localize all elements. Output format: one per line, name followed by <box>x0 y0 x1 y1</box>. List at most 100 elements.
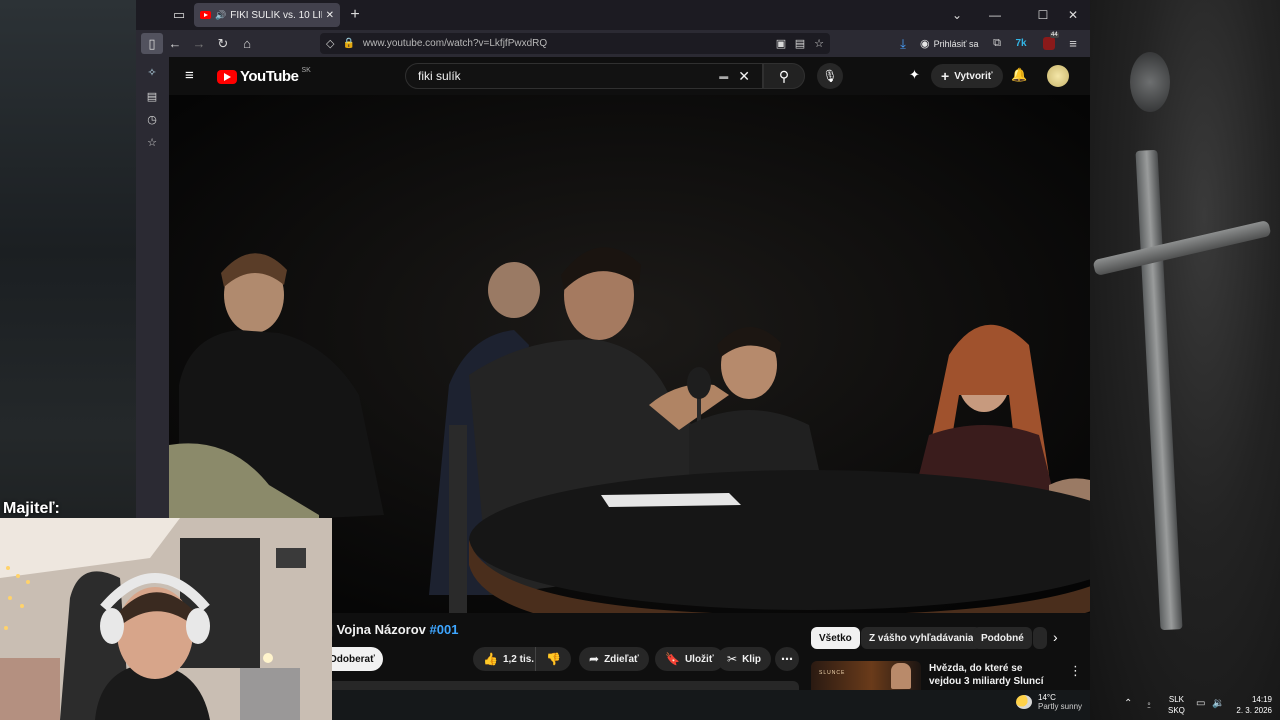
tab-close-icon[interactable]: ✕ <box>326 10 334 21</box>
hamburger-menu-icon[interactable]: ≡ <box>1062 33 1084 54</box>
share-label: Zdieľať <box>604 653 639 665</box>
ublock-badge: 44 <box>1050 32 1059 38</box>
keyboard-icon[interactable]: ▬ <box>719 71 728 81</box>
translate-extension-icon[interactable]: 7k <box>1010 33 1032 54</box>
dislike-button[interactable]: 👎 <box>535 647 571 671</box>
plus-create-icon: + <box>941 68 950 84</box>
partly-sunny-icon <box>1016 695 1032 709</box>
close-window-icon[interactable]: ✕ <box>1062 5 1084 25</box>
audio-icon[interactable]: 🔊 <box>215 10 226 21</box>
monitor-icon[interactable]: ▭ <box>1196 698 1205 709</box>
bell-icon[interactable]: 🔔 <box>1011 67 1027 83</box>
lang-bottom: SKQ <box>1168 706 1185 715</box>
clip-label: Klip <box>742 653 761 665</box>
clock[interactable]: 14:19 2. 3. 2026 <box>1232 694 1272 716</box>
browser-titlebar: ▭ 🔊 FIKI SULÍK vs. 10 LIBERÁLOV ✕ + ⌄ — … <box>136 0 1090 30</box>
account-icon: ◉ <box>920 38 930 50</box>
plus-icon[interactable]: + <box>342 2 368 28</box>
more-horizontal-icon: ⋯ <box>781 652 793 666</box>
description-box[interactable] <box>299 681 799 690</box>
clear-search-icon[interactable]: ✕ <box>738 68 750 85</box>
share-icon: ➦ <box>589 652 600 666</box>
save-label: Uložiť <box>684 653 714 665</box>
weather-widget[interactable]: 14°C Partly sunny <box>1016 693 1082 711</box>
ai-chatbot-icon[interactable]: ✧ <box>144 65 160 81</box>
browser-tab[interactable]: 🔊 FIKI SULÍK vs. 10 LIBERÁLOV ✕ <box>194 3 340 27</box>
thumbs-down-icon: 👎 <box>546 652 561 666</box>
hamburger-icon[interactable]: ≡ <box>185 67 194 84</box>
lock-icon[interactable]: 🔒 <box>342 38 354 49</box>
avatar[interactable] <box>1047 65 1069 87</box>
thumbs-up-icon: 👍 <box>483 652 498 666</box>
sign-in-button[interactable]: ◉ Prihlásiť sa <box>920 33 979 54</box>
desktop-wallpaper-right <box>1090 0 1280 720</box>
chevron-right-icon[interactable]: › <box>1053 629 1058 645</box>
create-label: Vytvoriť <box>954 70 993 82</box>
clip-button[interactable]: ✂ Klip <box>717 647 771 671</box>
thumbnail-face <box>891 663 911 689</box>
chip-all[interactable]: Všetko <box>811 627 860 649</box>
like-count: 1,2 tis. <box>502 653 535 665</box>
extensions-icon[interactable]: ⧉ <box>986 33 1008 54</box>
subscribe-label: Odoberať <box>329 653 375 665</box>
like-button[interactable]: 👍 1,2 tis. <box>473 647 539 671</box>
clock-time: 14:19 <box>1251 695 1272 704</box>
weather-temp: 14°C <box>1038 693 1056 702</box>
taskbar <box>332 690 1280 720</box>
language-indicator[interactable]: SLK SKQ <box>1168 694 1185 716</box>
volume-icon[interactable]: 🔉 <box>1212 698 1224 709</box>
chip-related[interactable]: Podobné <box>973 627 1032 649</box>
shield-icon[interactable]: ◇ <box>326 37 334 50</box>
bookmark-icon: 🔖 <box>665 652 680 666</box>
synced-tabs-icon[interactable]: ▤ <box>144 89 160 105</box>
gemini-icon[interactable]: ✦ <box>909 67 920 83</box>
tab-title: FIKI SULÍK vs. 10 LIBERÁLOV <box>230 9 321 21</box>
youtube-header: ≡ YouTube SK fiki sulík ▬ ✕ ⚲ 🎙 ✦ + Vytv… <box>169 57 1090 95</box>
mic-icon[interactable]: 🎙 <box>817 63 843 89</box>
minimize-icon[interactable]: — <box>984 5 1006 25</box>
create-button[interactable]: + Vytvoriť <box>931 64 1003 88</box>
search-input[interactable]: fiki sulík ▬ ✕ <box>405 63 763 89</box>
chevron-up-icon[interactable]: ⌃ <box>1124 698 1132 709</box>
arrow-right-icon[interactable]: → <box>188 33 210 54</box>
chevron-down-icon[interactable]: ⌄ <box>946 5 968 25</box>
more-actions-button[interactable]: ⋯ <box>775 647 799 671</box>
wallpaper-sword-pommel <box>1130 52 1170 112</box>
chip-from-search[interactable]: Z vášho vyhľadávania <box>861 627 982 649</box>
chip-partial[interactable] <box>1033 627 1047 649</box>
history-icon[interactable]: ◷ <box>144 112 160 128</box>
url-text[interactable]: www.youtube.com/watch?v=LkfjfPwxdRQ <box>363 38 547 49</box>
home-icon[interactable]: ⌂ <box>236 33 258 54</box>
reload-icon[interactable]: ↻ <box>212 33 234 54</box>
more-vertical-icon[interactable]: ⋮ <box>1069 663 1082 679</box>
webcam-overlay <box>0 518 332 720</box>
related-video-thumbnail[interactable]: SLUNCE <box>811 661 921 690</box>
share-button[interactable]: ➦ Zdieľať <box>579 647 649 671</box>
url-bar[interactable]: ◇ 🔒 www.youtube.com/watch?v=LkfjfPwxdRQ <box>320 33 830 54</box>
youtube-logo-icon <box>217 69 237 84</box>
youtube-logo-text: YouTube <box>240 68 299 85</box>
related-video-title[interactable]: Hvězda, do které se vejdou 3 miliardy Sl… <box>929 662 1057 688</box>
maximize-icon[interactable]: ☐ <box>1032 5 1054 25</box>
clock-date: 2. 3. 2026 <box>1236 706 1272 715</box>
sidebar-toggle-icon[interactable]: ▯ <box>141 33 163 54</box>
scissors-icon: ✂ <box>727 652 738 666</box>
bookmark-star-icon[interactable]: ☆ <box>808 33 830 54</box>
sign-in-label: Prihlásiť sa <box>933 38 979 49</box>
search-icon[interactable]: ⚲ <box>763 63 805 89</box>
youtube-logo[interactable]: YouTube SK <box>217 67 311 85</box>
bookmarks-star-icon[interactable]: ☆ <box>144 135 160 151</box>
tab-list-icon[interactable]: ▭ <box>166 2 192 28</box>
lang-top: SLK <box>1168 695 1185 704</box>
mic-tray-icon[interactable]: ⍛ <box>1146 698 1152 709</box>
ublock-icon[interactable]: 44 <box>1038 32 1060 54</box>
region-label: SK <box>301 67 311 74</box>
search-value[interactable]: fiki sulík <box>418 69 719 83</box>
webcam-feed <box>0 518 332 720</box>
video-hashtag[interactable]: #001 <box>430 622 459 637</box>
save-button[interactable]: 🔖 Uložiť <box>655 647 724 671</box>
weather-desc: Partly sunny <box>1038 702 1083 711</box>
arrow-left-icon[interactable]: ← <box>164 33 186 54</box>
download-icon[interactable]: ⤓ <box>892 33 914 54</box>
youtube-favicon-icon <box>200 11 211 19</box>
